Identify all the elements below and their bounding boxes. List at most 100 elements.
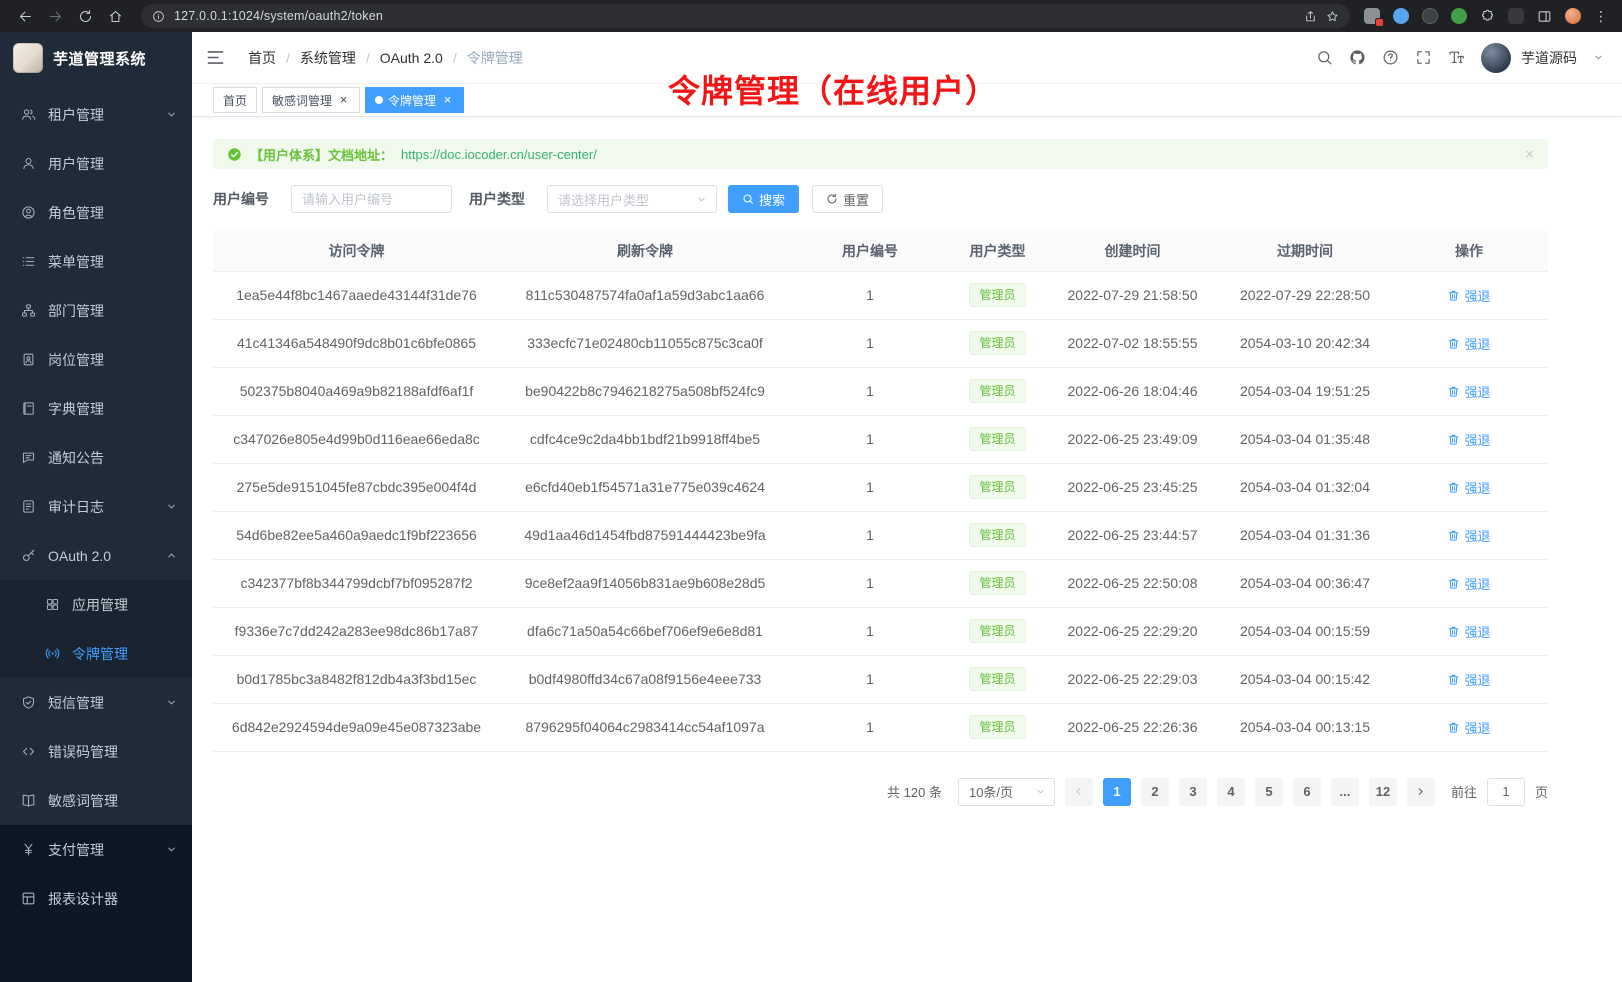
bookmark-star-icon[interactable] xyxy=(1326,10,1339,23)
user-icon xyxy=(21,156,36,171)
url-text: 127.0.0.1:1024/system/oauth2/token xyxy=(174,9,383,23)
browser-address-bar[interactable]: 127.0.0.1:1024/system/oauth2/token xyxy=(141,4,1350,28)
goto-page-input[interactable] xyxy=(1487,778,1525,806)
page-button[interactable]: 6 xyxy=(1293,778,1321,806)
side-panel-icon[interactable] xyxy=(1537,9,1552,24)
sidebar-item-tenant[interactable]: 租户管理 xyxy=(0,90,192,139)
sidebar-item-oauth2-app[interactable]: 应用管理 xyxy=(0,580,192,629)
browser-profile-avatar[interactable] xyxy=(1565,8,1581,24)
sidebar-collapse-icon[interactable] xyxy=(206,48,225,67)
sidebar-item-label: 租户管理 xyxy=(48,105,154,125)
force-logout-button[interactable]: 强退 xyxy=(1447,334,1490,353)
next-page-button[interactable] xyxy=(1407,778,1435,806)
sidebar-item-label: 岗位管理 xyxy=(48,350,177,370)
fullscreen-icon[interactable] xyxy=(1415,49,1432,66)
extension-icon[interactable] xyxy=(1364,8,1380,24)
page-ellipsis[interactable]: ... xyxy=(1331,778,1359,806)
search-button[interactable]: 搜索 xyxy=(728,185,799,213)
page-button[interactable]: 2 xyxy=(1141,778,1169,806)
force-logout-button[interactable]: 强退 xyxy=(1447,478,1490,497)
page-button[interactable]: 3 xyxy=(1179,778,1207,806)
share-icon[interactable] xyxy=(1304,10,1317,23)
table-header-row: 访问令牌刷新令牌用户编号用户类型创建时间过期时间操作 xyxy=(213,231,1548,271)
chevron-down-icon[interactable] xyxy=(1593,49,1604,67)
user-type-select[interactable]: 请选择用户类型 xyxy=(547,185,717,213)
column-header: 访问令牌 xyxy=(213,231,500,271)
access-token-cell: 502375b8040a469a9b82188afdf6af1f xyxy=(213,367,500,415)
tab[interactable]: 首页 xyxy=(213,87,257,113)
username[interactable]: 芋道源码 xyxy=(1521,48,1577,68)
site-info-icon[interactable] xyxy=(152,10,165,23)
sidebar-item-notice[interactable]: 通知公告 xyxy=(0,433,192,482)
sidebar-item-menu[interactable]: 菜单管理 xyxy=(0,237,192,286)
sidebar-item-user[interactable]: 用户管理 xyxy=(0,139,192,188)
force-logout-button[interactable]: 强退 xyxy=(1447,670,1490,689)
tab[interactable]: 令牌管理 × xyxy=(365,87,464,113)
expires-cell: 2054-03-04 01:32:04 xyxy=(1220,463,1390,511)
sidebar-item-sms[interactable]: 短信管理 xyxy=(0,678,192,727)
extension-icon[interactable] xyxy=(1422,8,1438,24)
user-avatar[interactable] xyxy=(1481,43,1511,73)
refresh-token-cell: 49d1aa46d1454fbd87591444423be9fa xyxy=(500,511,790,559)
sidebar-item-post[interactable]: 岗位管理 xyxy=(0,335,192,384)
refresh-token-cell: b0df4980ffd34c67a08f9156e4eee733 xyxy=(500,655,790,703)
tab[interactable]: 敏感词管理 × xyxy=(262,87,360,113)
user-id-input[interactable] xyxy=(291,185,452,213)
sidebar-item-oauth2-token[interactable]: 令牌管理 xyxy=(0,629,192,678)
force-logout-button[interactable]: 强退 xyxy=(1447,526,1490,545)
prev-page-button[interactable] xyxy=(1065,778,1093,806)
sidebar-item-audit-log[interactable]: 审计日志 xyxy=(0,482,192,531)
reset-button[interactable]: 重置 xyxy=(812,185,883,213)
breadcrumb-item[interactable]: 首页 xyxy=(248,48,300,68)
force-logout-button[interactable]: 强退 xyxy=(1447,622,1490,641)
trash-icon xyxy=(1447,577,1460,590)
sidebar-item-oauth2[interactable]: OAuth 2.0 xyxy=(0,531,192,580)
alert-close-icon[interactable]: × xyxy=(1525,147,1534,162)
font-size-icon[interactable] xyxy=(1448,49,1465,66)
column-header: 刷新令牌 xyxy=(500,231,790,271)
sidebar-item-report-designer[interactable]: 报表设计器 xyxy=(0,874,192,923)
browser-back-icon[interactable] xyxy=(18,9,33,24)
page-size-select[interactable]: 10条/页 xyxy=(958,778,1055,806)
force-logout-button[interactable]: 强退 xyxy=(1447,574,1490,593)
browser-home-icon[interactable] xyxy=(108,9,123,24)
extension-icon[interactable] xyxy=(1508,8,1524,24)
user-type-badge: 管理员 xyxy=(969,475,1025,499)
extensions-puzzle-icon[interactable] xyxy=(1480,9,1495,24)
sidebar-item-error-code[interactable]: 错误码管理 xyxy=(0,727,192,776)
doc-link[interactable]: https://doc.iocoder.cn/user-center/ xyxy=(401,147,597,162)
action-cell: 强退 xyxy=(1390,655,1548,703)
sidebar-item-dict[interactable]: 字典管理 xyxy=(0,384,192,433)
browser-reload-icon[interactable] xyxy=(78,9,93,24)
browser-menu-icon[interactable]: ⋮ xyxy=(1594,8,1608,25)
page-button[interactable]: 5 xyxy=(1255,778,1283,806)
force-logout-button[interactable]: 强退 xyxy=(1447,430,1490,449)
browser-forward-icon[interactable] xyxy=(48,9,63,24)
page-button[interactable]: 1 xyxy=(1103,778,1131,806)
extension-icon[interactable] xyxy=(1451,8,1467,24)
breadcrumb-item[interactable]: OAuth 2.0 xyxy=(380,50,467,66)
force-logout-button[interactable]: 强退 xyxy=(1447,286,1490,305)
sidebar-item-role[interactable]: 角色管理 xyxy=(0,188,192,237)
breadcrumb-item[interactable]: 系统管理 xyxy=(300,48,380,68)
github-icon[interactable] xyxy=(1349,49,1366,66)
page-button[interactable]: 12 xyxy=(1369,778,1397,806)
extension-icon[interactable] xyxy=(1393,8,1409,24)
help-icon[interactable] xyxy=(1382,49,1399,66)
tab-close-icon[interactable]: × xyxy=(337,94,350,107)
action-cell: 强退 xyxy=(1390,703,1548,751)
page-button[interactable]: 4 xyxy=(1217,778,1245,806)
table-row: 6d842e2924594de9a09e45e087323abe 8796295… xyxy=(213,703,1548,751)
sidebar-item-dept[interactable]: 部门管理 xyxy=(0,286,192,335)
chevron-down-icon xyxy=(696,194,707,205)
force-logout-button[interactable]: 强退 xyxy=(1447,718,1490,737)
sidebar-item-sensitive-word[interactable]: 敏感词管理 xyxy=(0,776,192,825)
trash-icon xyxy=(1447,433,1460,446)
app-grid-icon xyxy=(45,597,60,612)
search-icon[interactable] xyxy=(1316,49,1333,66)
force-logout-button[interactable]: 强退 xyxy=(1447,382,1490,401)
app-logo[interactable]: 芋道管理系统 xyxy=(0,32,192,84)
sidebar-item-pay[interactable]: 支付管理 xyxy=(0,825,192,874)
report-grid-icon xyxy=(21,891,36,906)
tab-close-icon[interactable]: × xyxy=(441,94,454,107)
